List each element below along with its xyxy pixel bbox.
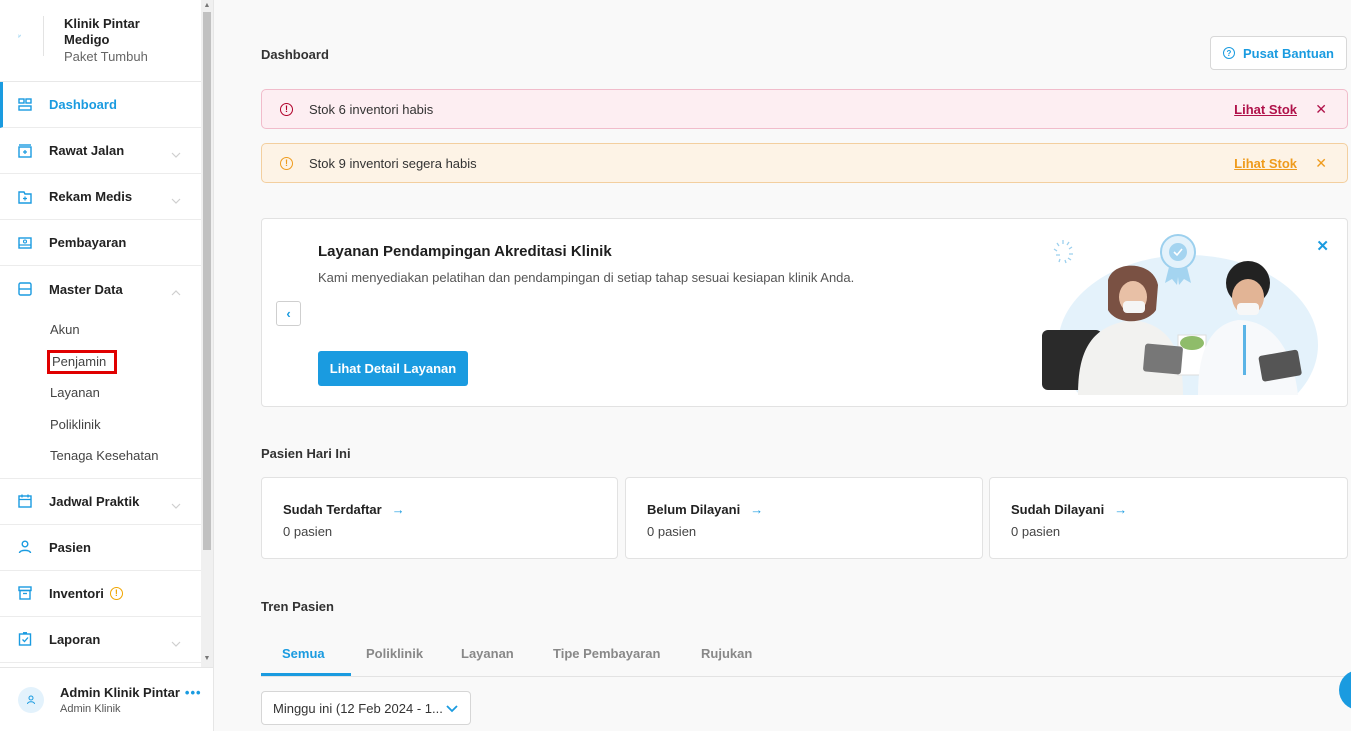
alert-text: Stok 9 inventori segera habis	[309, 155, 477, 171]
patient-trend-label: Tren Pasien	[261, 599, 334, 614]
page-title: Dashboard	[261, 47, 329, 62]
sidebar-item-laporan[interactable]: Laporan	[0, 617, 213, 663]
stat-value: 0 pasien	[283, 524, 333, 539]
inventory-icon	[17, 585, 33, 601]
trend-tabs: Semua Poliklinik Layanan Tipe Pembayaran…	[261, 632, 1348, 677]
chevron-down-icon	[171, 635, 181, 650]
sidebar-item-rekam-medis[interactable]: Rekam Medis	[0, 174, 213, 220]
chevron-down-icon	[171, 146, 181, 161]
warning-icon: !	[109, 586, 123, 600]
medical-record-icon	[17, 189, 33, 205]
banner-title: Layanan Pendampingan Akreditasi Klinik	[318, 243, 612, 260]
chevron-down-icon	[446, 701, 458, 716]
sidebar-item-label: Dashboard	[49, 97, 117, 112]
tab-layanan[interactable]: Layanan	[461, 646, 514, 661]
today-patients-label: Pasien Hari Ini	[261, 446, 351, 461]
scroll-up-arrow-icon[interactable]: ▲	[203, 2, 211, 12]
sidebar-item-label: Rawat Jalan	[49, 143, 125, 158]
brand-header: Klinik Pintar Medigo Paket Tumbuh	[0, 0, 213, 82]
leaf-logo-icon	[18, 16, 44, 56]
view-stock-link[interactable]: Lihat Stok	[1234, 102, 1297, 117]
chevron-up-icon	[171, 284, 181, 299]
payment-icon	[17, 235, 33, 251]
sidebar-item-label: Inventori	[49, 585, 104, 601]
arrow-right-icon: →	[750, 502, 764, 517]
sidebar-item-label: Master Data	[49, 281, 123, 297]
banner-prev-button[interactable]: ‹	[276, 301, 301, 326]
registered-patients-card[interactable]: Sudah Terdaftar → 0 pasien	[261, 477, 618, 559]
date-range-select[interactable]: Minggu ini (12 Feb 2024 - 1...	[261, 691, 471, 725]
submenu-item-poliklinik[interactable]: Poliklinik	[0, 409, 213, 441]
active-tab-indicator	[261, 673, 351, 676]
patient-icon	[17, 539, 33, 555]
report-icon	[17, 631, 33, 647]
sidebar-item-label: Pembayaran	[49, 235, 127, 250]
master-data-submenu: Akun Penjamin Layanan Poliklinik Tenaga …	[0, 312, 213, 479]
sidebar-item-inventori[interactable]: Inventori !	[0, 571, 213, 617]
view-stock-link[interactable]: Lihat Stok	[1234, 156, 1297, 171]
plan-name: Paket Tumbuh	[64, 49, 148, 64]
sidebar-scroll-thumb[interactable]	[203, 12, 211, 550]
arrow-right-icon: →	[1114, 502, 1128, 517]
close-icon[interactable]: ✕	[1315, 155, 1327, 172]
sidebar-item-pembayaran[interactable]: Pembayaran	[0, 220, 213, 266]
calendar-icon	[17, 493, 33, 509]
tab-poliklinik[interactable]: Poliklinik	[366, 646, 423, 661]
date-range-value: Minggu ini (12 Feb 2024 - 1...	[273, 700, 443, 716]
accreditation-illustration	[1042, 234, 1318, 395]
sidebar-item-label: Pasien	[49, 539, 91, 555]
chevron-down-icon	[171, 497, 181, 512]
chevron-down-icon	[171, 192, 181, 207]
submenu-item-akun[interactable]: Akun	[0, 314, 213, 346]
sidebar: Klinik Pintar Medigo Paket Tumbuh Dashbo…	[0, 0, 214, 731]
avatar	[18, 686, 44, 713]
main-content: Dashboard ? Pusat Bantuan ! Stok 6 inven…	[214, 0, 1351, 731]
tab-rujukan[interactable]: Rujukan	[701, 646, 752, 661]
submenu-item-tenaga-kesehatan[interactable]: Tenaga Kesehatan	[0, 440, 213, 472]
tab-semua[interactable]: Semua	[282, 646, 325, 661]
question-icon: ?	[1222, 47, 1235, 59]
out-of-stock-alert: ! Stok 6 inventori habis Lihat Stok ✕	[261, 89, 1348, 129]
alert-icon: !	[280, 102, 293, 116]
user-name: Admin Klinik Pintar	[60, 684, 180, 700]
low-stock-alert: ! Stok 9 inventori segera habis Lihat St…	[261, 143, 1348, 183]
alert-text: Stok 6 inventori habis	[309, 101, 434, 117]
sidebar-item-jadwal-praktik[interactable]: Jadwal Praktik	[0, 479, 213, 525]
submenu-item-layanan[interactable]: Layanan	[0, 377, 213, 409]
user-role: Admin Klinik	[60, 702, 121, 715]
not-served-patients-card[interactable]: Belum Dilayani → 0 pasien	[625, 477, 983, 559]
stat-title: Sudah Dilayani	[1011, 502, 1105, 517]
sidebar-item-master-data[interactable]: Master Data	[0, 266, 213, 312]
scroll-down-arrow-icon[interactable]: ▼	[203, 655, 211, 665]
dashboard-icon	[17, 97, 33, 113]
help-center-button[interactable]: ? Pusat Bantuan	[1210, 36, 1347, 70]
sidebar-item-rawat-jalan[interactable]: Rawat Jalan	[0, 128, 213, 174]
stat-title: Belum Dilayani	[647, 502, 741, 517]
close-icon[interactable]: ✕	[1315, 101, 1327, 118]
arrow-right-icon: →	[391, 502, 405, 517]
close-icon[interactable]: ✕	[1316, 237, 1329, 255]
banner-description: Kami menyediakan pelatihan dan pendampin…	[318, 270, 855, 285]
sidebar-item-label: Rekam Medis	[49, 189, 133, 204]
sidebar-item-pasien[interactable]: Pasien	[0, 525, 213, 571]
outpatient-icon	[17, 143, 33, 159]
master-data-icon	[17, 281, 33, 297]
sidebar-item-dashboard[interactable]: Dashboard	[0, 82, 213, 128]
stat-value: 0 pasien	[647, 524, 697, 539]
clinic-name: Klinik Pintar Medigo	[64, 16, 140, 47]
stat-title: Sudah Terdaftar	[283, 502, 382, 517]
sidebar-item-label: Laporan	[49, 631, 101, 647]
warning-icon: !	[280, 156, 293, 170]
stat-value: 0 pasien	[1011, 524, 1061, 539]
tab-tipe-pembayaran[interactable]: Tipe Pembayaran	[553, 646, 660, 661]
promo-banner: Layanan Pendampingan Akreditasi Klinik K…	[261, 218, 1348, 407]
sidebar-item-label: Jadwal Praktik	[49, 493, 140, 509]
submenu-item-penjamin[interactable]: Penjamin	[0, 346, 213, 378]
user-profile[interactable]: Admin Klinik Pintar ••• Admin Klinik	[0, 667, 213, 731]
help-center-label: Pusat Bantuan	[1242, 45, 1334, 61]
more-options-icon[interactable]: •••	[185, 685, 202, 700]
served-patients-card[interactable]: Sudah Dilayani → 0 pasien	[989, 477, 1348, 559]
view-service-detail-button[interactable]: Lihat Detail Layanan	[318, 351, 468, 386]
